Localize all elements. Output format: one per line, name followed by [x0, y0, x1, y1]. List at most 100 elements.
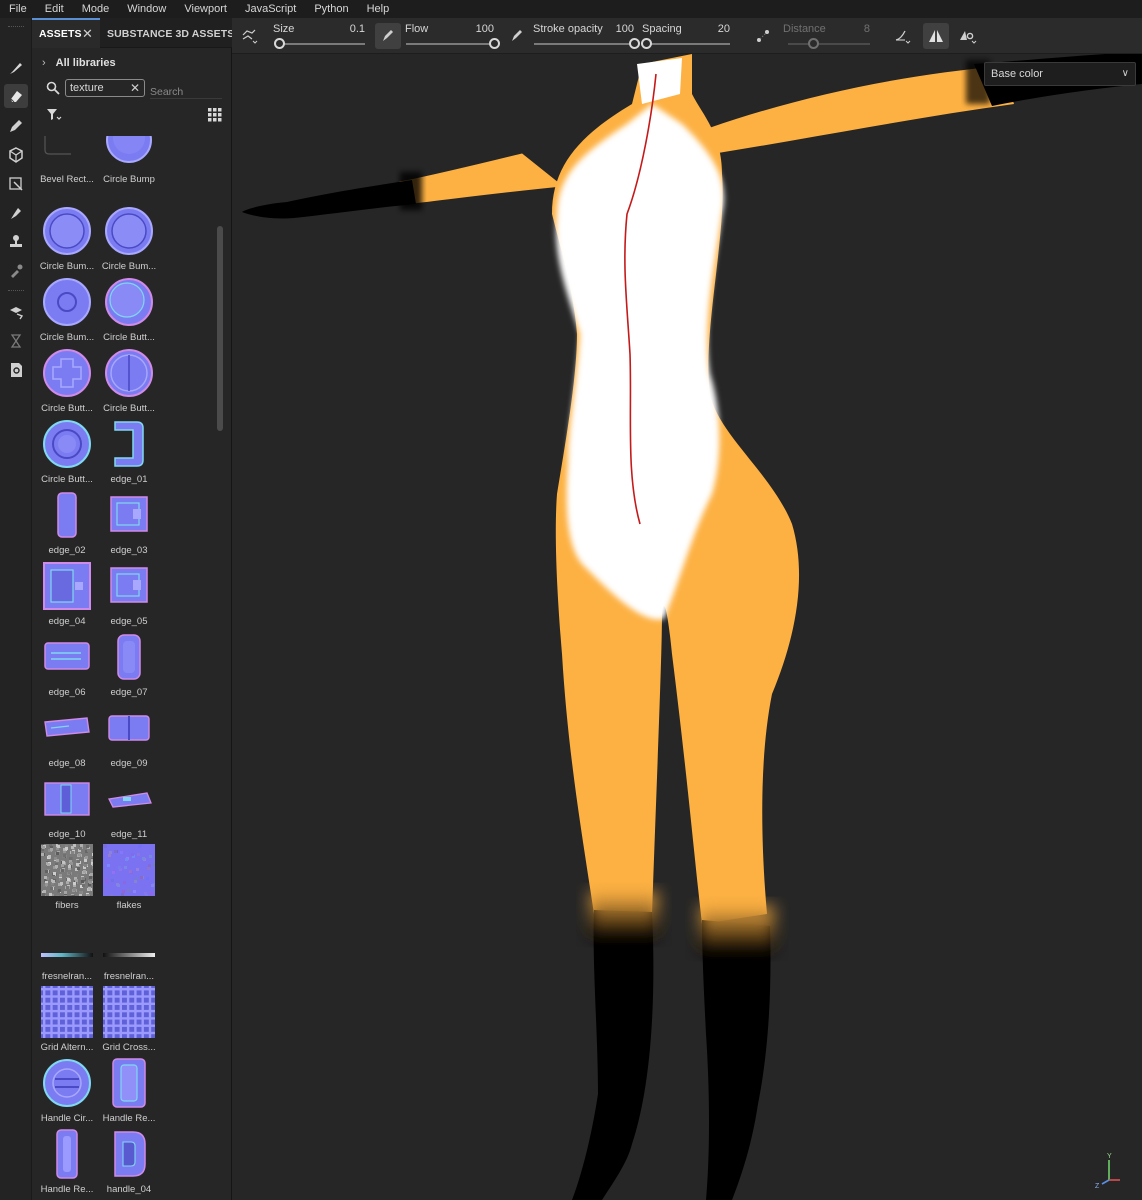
filter-icon[interactable]	[46, 108, 62, 122]
menu-help[interactable]: Help	[358, 0, 399, 18]
asset-item[interactable]: edge_06	[36, 631, 98, 702]
breadcrumb[interactable]: › All libraries	[42, 54, 116, 72]
asset-item[interactable]: Grid Cross...	[98, 986, 160, 1057]
color-picker-tool[interactable]	[4, 259, 28, 283]
asset-name: Grid Cross...	[102, 1042, 156, 1053]
document-search-icon	[11, 363, 22, 377]
channel-select[interactable]: Base color ∨	[984, 62, 1136, 86]
scene-info-tool[interactable]	[4, 358, 28, 382]
asset-name: edge_04	[48, 616, 86, 627]
asset-item[interactable]: edge_05	[98, 560, 160, 631]
asset-item[interactable]: edge_11	[98, 773, 160, 844]
menu-window[interactable]: Window	[118, 0, 175, 18]
viewport-3d[interactable]: Base color ∨ Y Z	[232, 54, 1142, 1200]
asset-item[interactable]: flakes	[98, 844, 160, 915]
size-value[interactable]: 0.1	[340, 23, 365, 35]
pen-projection-icon	[10, 120, 22, 132]
circle-button-dpad-thumbnail-icon	[43, 349, 91, 397]
asset-item[interactable]: Handle Cir...	[36, 1057, 98, 1128]
close-icon[interactable]: ✕	[130, 80, 140, 96]
projection-tool[interactable]	[4, 114, 28, 138]
menu-edit[interactable]: Edit	[36, 0, 73, 18]
search-filter-tag[interactable]: texture ✕	[65, 79, 145, 97]
grid-view-icon[interactable]	[208, 108, 222, 122]
size-slider-track[interactable]	[279, 43, 365, 45]
flow-value[interactable]: 100	[464, 23, 494, 35]
close-icon[interactable]: ✕	[82, 20, 93, 48]
menu-viewport[interactable]: Viewport	[175, 0, 236, 18]
timer-tool[interactable]	[4, 329, 28, 353]
bake-tool[interactable]	[4, 300, 28, 324]
tab-assets[interactable]: ASSETS ✕	[32, 18, 100, 48]
stroke-opacity-slider-knob[interactable]	[629, 38, 640, 49]
smudge-tool[interactable]	[4, 201, 28, 225]
menu-file[interactable]: File	[0, 0, 36, 18]
asset-item[interactable]: fresnelran...	[36, 915, 98, 986]
asset-item[interactable]: Circle Butt...	[36, 347, 98, 418]
asset-item[interactable]: Circle Bum...	[98, 205, 160, 276]
toolbar-grip[interactable]	[8, 290, 24, 292]
alignment-button[interactable]	[236, 23, 262, 49]
asset-name: Circle Bum...	[39, 332, 95, 343]
asset-name: fresnelran...	[41, 971, 93, 982]
asset-name: edge_08	[48, 758, 86, 769]
asset-item[interactable]: fresnelran...	[98, 915, 160, 986]
asset-item[interactable]: edge_09	[98, 702, 160, 773]
asset-item[interactable]: Grid Altern...	[36, 986, 98, 1057]
asset-item[interactable]: edge_03	[98, 489, 160, 560]
flow-slider-track[interactable]	[406, 43, 494, 45]
stroke-opacity-slider-track[interactable]	[534, 43, 634, 45]
eraser-tool[interactable]	[4, 84, 28, 108]
line-mode-button[interactable]	[889, 23, 915, 49]
asset-item[interactable]: edge_08	[36, 702, 98, 773]
scrollbar-thumb[interactable]	[217, 226, 223, 431]
spacing-slider-knob[interactable]	[641, 38, 652, 49]
toolbar-grip[interactable]	[8, 26, 24, 28]
stroke-opacity-pressure-button[interactable]	[504, 23, 530, 49]
asset-item[interactable]: edge_10	[36, 773, 98, 844]
tool-shelf	[0, 18, 32, 1200]
character-mesh[interactable]	[232, 54, 1142, 1200]
menu-mode[interactable]: Mode	[73, 0, 119, 18]
clone-tool[interactable]	[4, 230, 28, 254]
asset-thumbnail	[41, 986, 93, 1038]
asset-item[interactable]: Circle Bum...	[36, 276, 98, 347]
asset-thumbnail	[41, 347, 93, 399]
spacing-label: Spacing	[642, 23, 682, 35]
flow-slider-knob[interactable]	[489, 38, 500, 49]
tab-substance-3d-assets[interactable]: SUBSTANCE 3D ASSETS	[107, 18, 234, 48]
asset-item[interactable]: fibers	[36, 844, 98, 915]
asset-item[interactable]: Bevel Rect...	[36, 136, 98, 205]
menu-javascript[interactable]: JavaScript	[236, 0, 305, 18]
asset-item[interactable]: handle_04	[98, 1128, 160, 1199]
spacing-slider-track[interactable]	[646, 43, 730, 45]
asset-item[interactable]: Handle Re...	[98, 1057, 160, 1128]
stroke-opacity-value[interactable]: 100	[604, 23, 634, 35]
asset-thumbnail	[103, 489, 155, 541]
size-slider-knob[interactable]	[274, 38, 285, 49]
asset-item[interactable]: edge_02	[36, 489, 98, 560]
symmetry-settings-button[interactable]	[955, 23, 981, 49]
asset-item[interactable]: Circle Bum...	[36, 205, 98, 276]
circle-button-thumbnail-icon	[105, 278, 153, 326]
asset-item[interactable]: Circle Butt...	[98, 276, 160, 347]
asset-item[interactable]: edge_07	[98, 631, 160, 702]
asset-item[interactable]: Circle Bump	[98, 136, 160, 205]
asset-item[interactable]: Circle Butt...	[36, 418, 98, 489]
asset-thumbnail	[41, 560, 93, 612]
lazy-mouse-button[interactable]	[750, 23, 776, 49]
menu-python[interactable]: Python	[305, 0, 357, 18]
paint-brush-tool[interactable]	[4, 56, 28, 80]
polygon-fill-tool[interactable]	[4, 172, 28, 196]
flow-pressure-button[interactable]	[375, 23, 401, 49]
symmetry-button[interactable]	[923, 23, 949, 49]
asset-item[interactable]: edge_04	[36, 560, 98, 631]
search-input[interactable]	[150, 79, 222, 99]
asset-thumbnail	[103, 276, 155, 328]
noise-blue-thumbnail-icon	[103, 844, 155, 896]
geometry-fill-tool[interactable]	[4, 143, 28, 167]
asset-item[interactable]: Circle Butt...	[98, 347, 160, 418]
asset-item[interactable]: Handle Re...	[36, 1128, 98, 1199]
asset-item[interactable]: edge_01	[98, 418, 160, 489]
spacing-value[interactable]: 20	[702, 23, 730, 35]
